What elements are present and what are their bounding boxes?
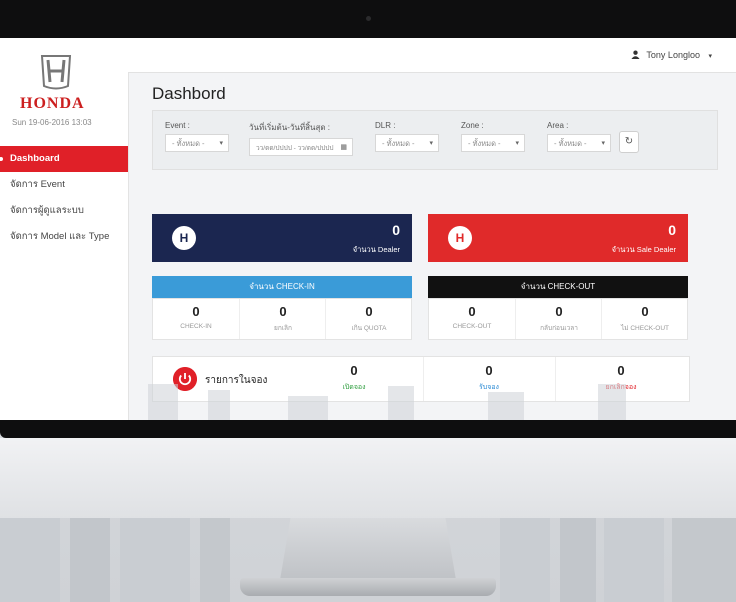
sidebar-item-dashboard[interactable]: Dashboard <box>0 146 128 172</box>
event-select[interactable]: - ทั้งหมด - ▾ <box>165 134 229 152</box>
filter-label: DLR : <box>375 121 396 130</box>
honda-h-icon: H <box>448 226 472 250</box>
page-title: Dashbord <box>152 84 226 103</box>
early-return-stat: 0 กลับก่อนเวลา <box>515 299 602 339</box>
honda-wing-logo <box>40 55 72 90</box>
stat-label: เกิน QUOTA <box>351 325 387 332</box>
chevron-down-icon: ▾ <box>429 140 433 147</box>
daterange-input[interactable]: วว/ดด/ปปปป - วว/ดด/ปปปป ▦ <box>249 138 353 156</box>
checkin-stat: 0 CHECK-IN <box>153 299 239 339</box>
filter-zone: Zone : - ทั้งหมด - ▾ <box>461 121 525 152</box>
zone-select[interactable]: - ทั้งหมด - ▾ <box>461 134 525 152</box>
brand-name: HONDA <box>20 95 85 112</box>
chevron-down-icon: ▾ <box>708 53 712 60</box>
filter-bar: Event : - ทั้งหมด - ▾ วันที่เริ่มต้น-วัน… <box>152 110 718 170</box>
filter-label: Event : <box>165 121 190 130</box>
checkout-header: จำนวน CHECK-OUT <box>428 276 688 298</box>
stat-label: กลับก่อนเวลา <box>540 325 578 332</box>
stat-value: 0 <box>192 304 200 319</box>
stat-value: 0 <box>279 304 287 319</box>
stat-value: 0 <box>555 304 563 319</box>
over-quota-stat: 0 เกิน QUOTA <box>325 299 412 339</box>
checkout-stat: 0 CHECK-OUT <box>429 299 515 339</box>
stat-label: CHECK-OUT <box>452 323 492 330</box>
stat-value: 0 <box>365 304 373 319</box>
area-select[interactable]: - ทั้งหมด - ▾ <box>547 134 611 152</box>
dlr-select[interactable]: - ทั้งหมด - ▾ <box>375 134 439 152</box>
honda-h-icon: H <box>172 226 196 250</box>
camera-dot <box>366 16 371 21</box>
screen-city-backdrop <box>128 380 736 420</box>
select-value: - ทั้งหมด - <box>172 139 205 148</box>
filter-area: Area : - ทั้งหมด - ▾ <box>547 121 611 152</box>
dealer-label: จำนวน Dealer <box>352 245 400 254</box>
filter-label: Area : <box>547 121 569 130</box>
calendar-icon: ▦ <box>340 144 347 151</box>
refresh-button[interactable]: ↻ <box>619 131 639 153</box>
cancel-stat: 0 ยกเลิก <box>239 299 326 339</box>
monitor-chin <box>0 438 736 518</box>
select-value: - ทั้งหมด - <box>468 139 501 148</box>
user-menu[interactable]: Tony Longloo ▾ <box>631 50 712 60</box>
stat-value: 0 <box>485 363 493 378</box>
sidebar-item-admin[interactable]: จัดการผู้ดูแลระบบ <box>0 198 128 224</box>
main-content: Dashbord Event : - ทั้งหมด - ▾ วันที่เริ… <box>128 72 736 420</box>
screen: HONDA Sun 19-06-2016 13:03 Dashboard จัด… <box>0 38 736 420</box>
no-checkout-stat: 0 ไม่ CHECK-OUT <box>601 299 688 339</box>
select-value: - ทั้งหมด - <box>382 139 415 148</box>
filter-event: Event : - ทั้งหมด - ▾ <box>165 121 229 152</box>
stat-value: 0 <box>617 363 625 378</box>
checkout-panel: 0 CHECK-OUT 0 กลับก่อนเวลา 0 ไม่ CHECK-O… <box>428 298 688 340</box>
sidebar-item-label: จัดการผู้ดูแลระบบ <box>10 205 84 216</box>
monitor-base <box>240 578 496 596</box>
stat-value: 0 <box>641 304 649 319</box>
filter-label: Zone : <box>461 121 484 130</box>
current-date: Sun 19-06-2016 13:03 <box>12 118 92 127</box>
filter-dlr: DLR : - ทั้งหมด - ▾ <box>375 121 439 152</box>
chevron-down-icon: ▾ <box>601 140 605 147</box>
sidebar-item-event[interactable]: จัดการ Event <box>0 172 128 198</box>
sidebar: HONDA Sun 19-06-2016 13:03 Dashboard จัด… <box>0 38 129 420</box>
sale-dealer-card: H 0 จำนวน Sale Dealer <box>428 214 688 262</box>
monitor-stand <box>280 518 456 580</box>
sidebar-item-label: จัดการ Model และ Type <box>10 231 110 242</box>
chevron-down-icon: ▾ <box>515 140 519 147</box>
stat-value: 0 <box>468 304 476 319</box>
sidebar-item-model-type[interactable]: จัดการ Model และ Type <box>0 224 128 250</box>
user-name: Tony Longloo <box>646 50 700 60</box>
chevron-down-icon: ▾ <box>219 140 223 147</box>
sidebar-item-label: จัดการ Event <box>10 179 65 190</box>
topbar: Tony Longloo ▾ <box>128 38 736 73</box>
sidebar-item-label: Dashboard <box>10 153 60 164</box>
stat-label: ไม่ CHECK-OUT <box>621 325 669 332</box>
select-value: - ทั้งหมด - <box>554 139 587 148</box>
filter-label: วันที่เริ่มต้น-วันที่สิ้นสุด : <box>249 123 330 132</box>
active-dot-icon <box>0 157 3 161</box>
sale-dealer-label: จำนวน Sale Dealer <box>611 245 676 254</box>
checkin-panel: 0 CHECK-IN 0 ยกเลิก 0 เกิน QUOTA <box>152 298 412 340</box>
stat-value: 0 <box>350 363 358 378</box>
dealer-count: 0 <box>392 222 400 238</box>
user-icon <box>631 50 640 59</box>
refresh-icon: ↻ <box>624 136 634 147</box>
checkin-header: จำนวน CHECK-IN <box>152 276 412 298</box>
stat-label: CHECK-IN <box>180 323 212 330</box>
dealer-card: H 0 จำนวน Dealer <box>152 214 412 262</box>
stat-label: ยกเลิก <box>274 325 292 332</box>
sidebar-nav: Dashboard จัดการ Event จัดการผู้ดูแลระบบ… <box>0 146 128 250</box>
input-value: วว/ดด/ปปปป - วว/ดด/ปปปป <box>256 145 334 152</box>
sale-dealer-count: 0 <box>668 222 676 238</box>
filter-daterange: วันที่เริ่มต้น-วันที่สิ้นสุด : วว/ดด/ปปป… <box>249 121 353 156</box>
